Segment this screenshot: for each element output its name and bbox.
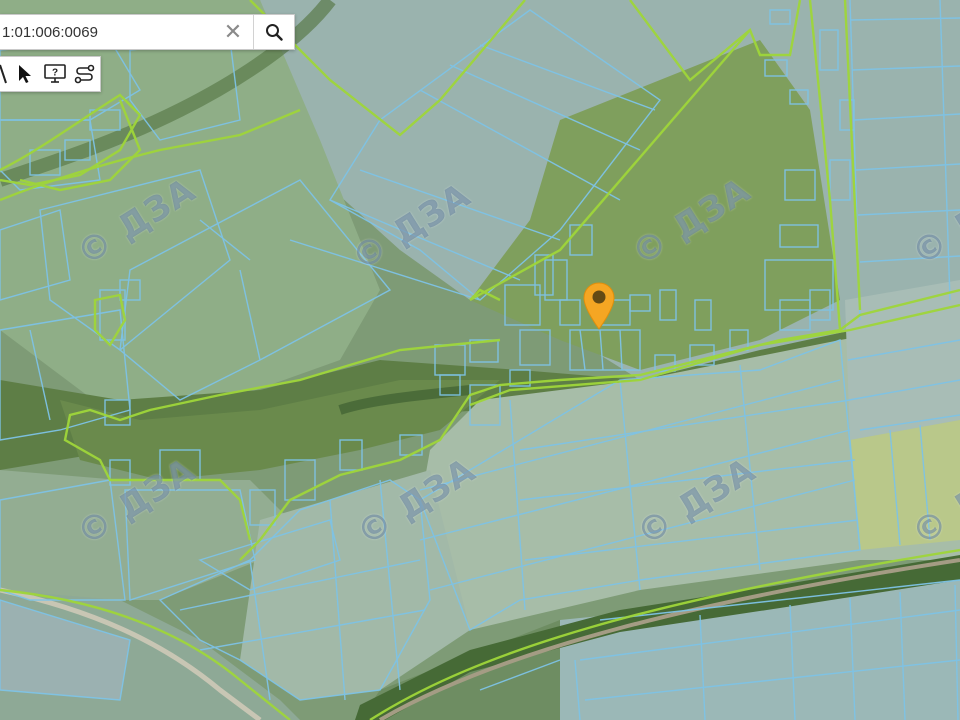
map-tools-bar: ? [0,56,101,92]
satellite-map-layer[interactable] [0,0,960,720]
cadastral-number-search-input[interactable] [0,15,213,49]
clear-search-button[interactable]: ✕ [213,15,253,49]
location-pin-icon[interactable] [582,281,616,331]
cadastral-map[interactable]: © ДЗА © ДЗА © ДЗА © ДЗА © ДЗА © ДЗА © ДЗ… [0,0,960,720]
select-tool-button[interactable] [10,59,40,89]
close-icon: ✕ [223,19,243,44]
svg-text:?: ? [52,68,58,79]
ruler-tool-button[interactable] [0,59,10,89]
route-measure-tool-button[interactable] [70,59,100,89]
route-measure-icon [74,64,95,84]
search-bar: ✕ [0,14,295,50]
search-button[interactable] [253,15,294,49]
select-pointer-icon [19,65,31,83]
identify-tool-button[interactable]: ? [40,59,70,89]
identify-info-icon: ? [44,64,66,83]
search-icon [266,24,283,41]
ruler-icon [0,64,7,84]
